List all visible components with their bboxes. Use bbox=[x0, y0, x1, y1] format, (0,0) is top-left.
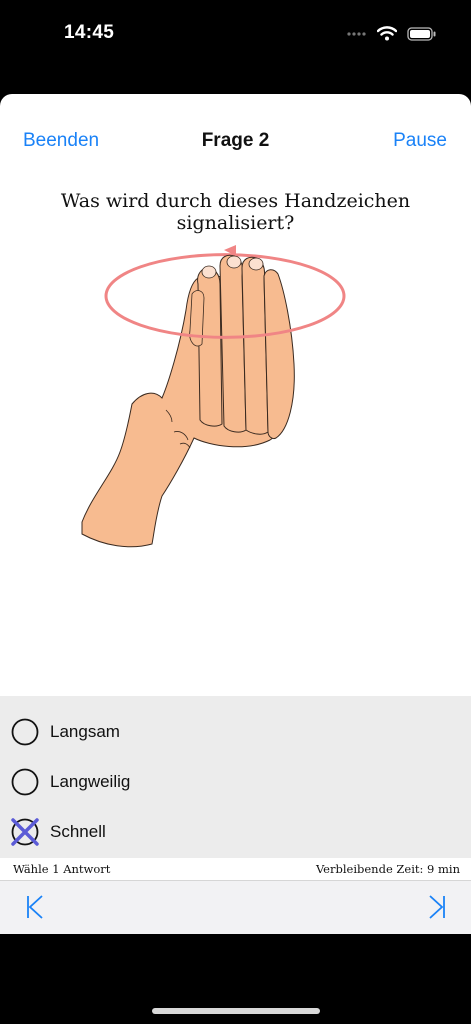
skip-to-first-icon[interactable] bbox=[22, 892, 48, 922]
status-bar: 14:45 bbox=[0, 0, 471, 70]
remaining-time: Verbleibende Zeit: 9 min bbox=[315, 862, 460, 876]
wifi-icon bbox=[377, 26, 397, 41]
answer-label: Langweilig bbox=[50, 772, 131, 791]
battery-icon bbox=[407, 26, 436, 41]
radio-button-icon[interactable] bbox=[11, 718, 39, 746]
skip-to-last-icon[interactable] bbox=[424, 892, 450, 922]
quit-button[interactable]: Beenden bbox=[23, 130, 99, 152]
answer-list: Langsam Langweilig Schnell bbox=[0, 696, 471, 858]
answer-option-schnell[interactable]: Schnell bbox=[11, 812, 106, 852]
answer-option-langweilig[interactable]: Langweilig bbox=[11, 762, 130, 802]
answer-label: Schnell bbox=[50, 822, 106, 841]
cellular-signal-icon bbox=[347, 31, 366, 36]
status-icons bbox=[347, 26, 437, 41]
pause-button[interactable]: Pause bbox=[393, 130, 447, 152]
status-time: 14:45 bbox=[64, 22, 115, 43]
radio-button-checked-icon[interactable] bbox=[11, 818, 39, 846]
question-text: Was wird durch dieses Handzeichen signal… bbox=[60, 190, 411, 234]
home-indicator[interactable] bbox=[152, 1008, 320, 1014]
bottom-toolbar bbox=[0, 881, 471, 934]
answer-instruction: Wähle 1 Antwort bbox=[13, 862, 111, 876]
hand-signal-circle-icon bbox=[81, 245, 346, 548]
answer-label: Langsam bbox=[50, 722, 120, 741]
radio-button-icon[interactable] bbox=[11, 768, 39, 796]
info-row: Wähle 1 Antwort Verbleibende Zeit: 9 min bbox=[0, 858, 471, 881]
quiz-sheet: Frage 2 Beenden Pause Was wird durch die… bbox=[0, 94, 471, 934]
answer-option-langsam[interactable]: Langsam bbox=[11, 712, 120, 752]
